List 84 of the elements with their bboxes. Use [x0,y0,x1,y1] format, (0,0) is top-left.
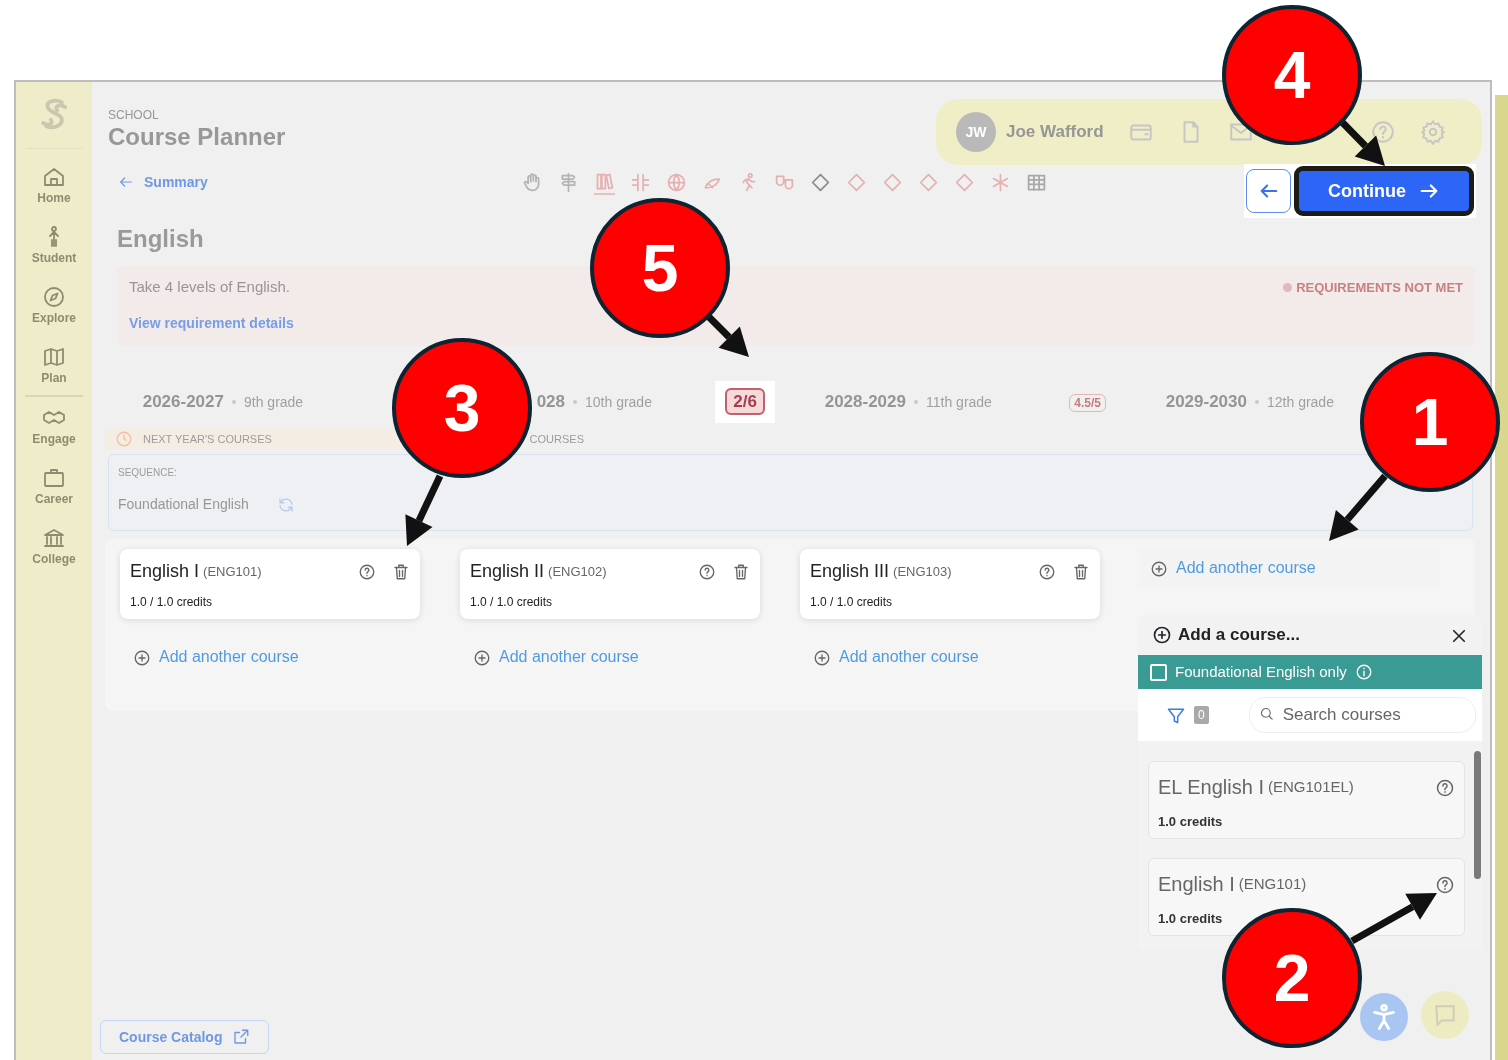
course-credits: 1.0 / 1.0 credits [470,594,553,611]
course-credits: 1.0 / 1.0 credits [810,594,893,611]
scrollbar-thumb[interactable] [1474,751,1481,879]
progress-badge: 2/6 [725,388,765,416]
user-name[interactable]: Joe Wafford [1006,119,1104,145]
course-code: (ENG103) [893,562,952,581]
grade-label[interactable]: 9th grade [244,391,304,413]
grade-label[interactable]: 12th grade [1267,391,1334,413]
sidebar-label[interactable]: College [32,550,76,568]
info-icon[interactable] [1354,663,1373,681]
course-credits: 1.0 / 1.0 credits [130,594,213,611]
result-credits: 1.0 credits [1158,910,1223,928]
sidebar-label[interactable]: Explore [32,309,76,327]
sidebar-label[interactable]: Engage [32,430,76,448]
step-marker: 5 [590,198,730,338]
subject-heading: English [117,224,205,254]
add-course-link[interactable]: Add another course [800,645,1100,669]
pointer-arrow [1329,473,1388,541]
sidebar-label[interactable]: Plan [41,369,67,387]
continue-button[interactable]: Continue [1294,166,1474,216]
step-marker: 2 [1222,908,1362,1048]
trash-icon[interactable] [732,562,750,581]
pointer-arrow [405,474,444,546]
requirement-text: Take 4 levels of English. [129,277,290,297]
result-credits: 1.0 credits [1158,813,1223,831]
briefcase-icon[interactable] [42,466,66,490]
result-title[interactable]: EL English I [1158,772,1264,802]
step-marker: 1 [1360,352,1500,492]
year-label[interactable]: 028 [536,392,565,412]
grade-label[interactable]: 10th grade [585,391,652,413]
course-title: English III [810,560,890,583]
bank-icon[interactable] [42,526,66,550]
result-title[interactable]: English I [1158,869,1235,899]
trash-icon[interactable] [392,562,410,581]
sidebar-label[interactable]: Career [35,490,73,508]
add-icon [473,648,491,667]
help-icon[interactable] [1369,119,1396,145]
add-course-link[interactable]: Add another course [460,645,760,669]
course-title: English I [130,560,200,583]
column-heading: NEXT YEAR'S COURSES [143,431,272,447]
home-icon[interactable] [42,165,66,189]
back-button[interactable] [1246,169,1291,213]
result-code: (ENG101) [1238,873,1307,894]
year-label[interactable]: 2028-2029 [824,392,906,412]
sidebar-label[interactable]: Student [31,249,77,267]
catalog-button[interactable]: Course Catalog [100,1020,270,1054]
section-eyebrow: SCHOOL [108,107,160,124]
trash-icon[interactable] [1072,562,1090,581]
external-link-icon [232,1028,251,1046]
course-code: (ENG101) [203,562,262,581]
back-link[interactable]: Summary [144,171,208,193]
compass-icon[interactable] [42,285,66,309]
map-icon[interactable] [42,345,66,369]
add-icon [133,648,151,667]
add-icon [1150,559,1168,578]
add-icon [1152,625,1172,645]
requirement-link[interactable]: View requirement details [129,312,294,334]
progress-badge: 4.5/5 [1069,394,1106,412]
refresh-icon[interactable] [276,496,295,515]
sequence-value: Foundational English [118,495,249,514]
add-icon [813,648,831,667]
year-label[interactable]: 2026-2027 [142,392,224,412]
year-label[interactable]: 2029-2030 [1165,392,1247,412]
checkbox-label[interactable]: Foundational English only [1175,660,1347,684]
grade-label[interactable]: 11th grade [926,391,992,413]
step-marker: 4 [1222,5,1362,145]
sequence-label: SEQUENCE: [118,466,178,480]
avatar[interactable]: JW [956,112,996,152]
page-title: Course Planner [108,124,286,151]
result-code: (ENG101EL) [1268,776,1354,797]
panel-title: Add a course... [1178,624,1300,647]
checkbox[interactable] [1150,663,1167,681]
settings-icon[interactable] [1419,119,1446,145]
add-course-link[interactable]: Add another course [120,645,420,669]
back-arrow-icon[interactable] [118,174,134,190]
course-code: (ENG102) [548,562,607,581]
filter-count: 0 [1194,706,1209,724]
chat-icon [1432,1002,1458,1028]
search-field[interactable]: Search courses [1248,697,1476,733]
clock-icon [115,430,133,449]
sidebar-label[interactable]: Home [37,189,71,207]
accessibility-icon [1370,1003,1398,1031]
course-title: English II [470,560,545,583]
requirement-status: REQUIREMENTS NOT MET [1283,276,1463,299]
